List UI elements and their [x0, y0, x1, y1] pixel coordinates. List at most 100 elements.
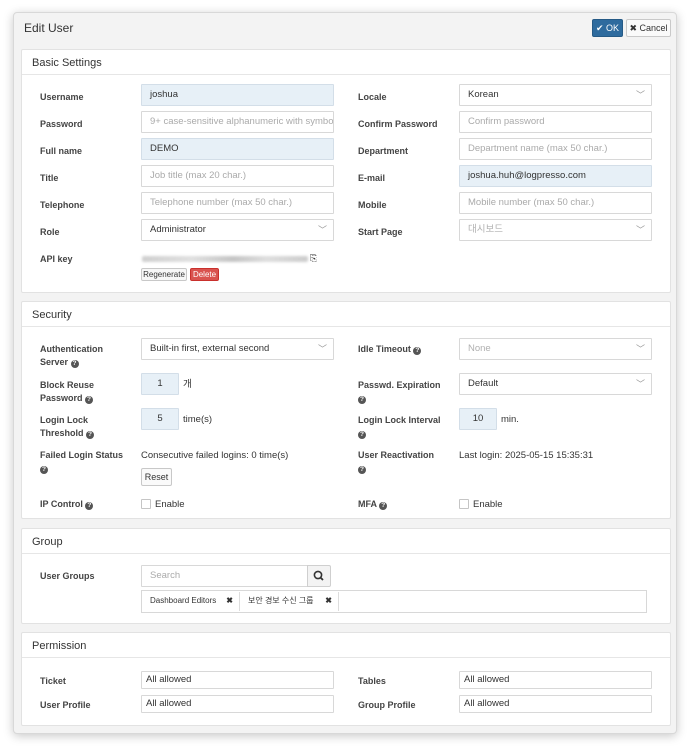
ok-button[interactable]: ✔ OK	[592, 19, 623, 37]
close-icon: ✖	[629, 23, 637, 33]
reset-button[interactable]: Reset	[141, 468, 172, 486]
group-tags-box: Dashboard Editors ✖ 보안 경보 수신 그룹 ✖	[141, 590, 647, 613]
security-panel: Security Authentication Server ? Built-in…	[21, 301, 671, 519]
email-label: E-mail	[358, 173, 386, 183]
chevron-down-icon: ﹀	[317, 344, 327, 354]
basic-settings-header: Basic Settings	[22, 50, 670, 75]
email-input[interactable]: joshua.huh@logpresso.com	[459, 165, 652, 187]
mfa-label: MFA ?	[358, 498, 388, 511]
regenerate-button[interactable]: Regenerate	[141, 268, 187, 281]
auth-server-label: Authentication Server ?	[40, 344, 103, 368]
mfa-enable-label: Enable	[473, 499, 503, 510]
user-profile-label: User Profile	[40, 700, 91, 710]
login-lock-threshold-input[interactable]: 5	[141, 408, 179, 430]
start-page-select[interactable]: 대시보드 ﹀	[459, 219, 652, 241]
checkmark-icon: ✔	[595, 23, 604, 33]
ip-control-checkbox[interactable]	[141, 499, 151, 509]
chevron-down-icon: ﹀	[635, 90, 645, 100]
confirm-password-label: Confirm Password	[358, 119, 438, 129]
copy-icon[interactable]: ⎘	[310, 252, 317, 265]
help-circle-icon[interactable]: ?	[358, 431, 366, 439]
title-label: Title	[40, 173, 59, 183]
passwd-expiration-select[interactable]: Default ﹀	[459, 373, 652, 395]
search-button[interactable]	[307, 565, 331, 587]
start-page-value: 대시보드	[468, 224, 503, 235]
tables-permission-field[interactable]: All allowed	[459, 671, 652, 689]
job-title-input[interactable]: Job title (max 20 char.)	[141, 165, 334, 187]
password-input[interactable]: 9+ case-sensitive alphanumeric with symb…	[141, 111, 334, 133]
group-search-input[interactable]: Search	[141, 565, 308, 587]
cancel-button[interactable]: ✖ Cancel	[626, 19, 671, 37]
user-reactivation-label: User Reactivation?	[358, 450, 435, 474]
basic-settings-panel: Basic Settings Username joshua Locale Ko…	[21, 49, 671, 293]
idle-timeout-label: Idle Timeout ?	[358, 343, 422, 356]
help-circle-icon[interactable]: ?	[358, 396, 366, 404]
api-key-label: API key	[40, 254, 73, 264]
start-page-label: Start Page	[358, 227, 403, 237]
ip-control-label: IP Control ?	[40, 498, 94, 511]
block-reuse-input[interactable]: 1	[141, 373, 179, 395]
help-circle-icon[interactable]: ?	[40, 466, 48, 474]
permission-panel: Permission Ticket All allowed Tables All…	[21, 632, 671, 726]
chevron-down-icon: ﹀	[635, 379, 645, 389]
chevron-down-icon: ﹀	[317, 225, 327, 235]
auth-server-select[interactable]: Built-in first, external second ﹀	[141, 338, 334, 360]
user-groups-label: User Groups	[40, 571, 95, 581]
password-label: Password	[40, 119, 83, 129]
idle-timeout-select[interactable]: None ﹀	[459, 338, 652, 360]
help-circle-icon[interactable]: ?	[86, 431, 95, 439]
help-circle-icon[interactable]: ?	[70, 360, 79, 368]
login-lock-threshold-unit: time(s)	[183, 414, 213, 425]
help-circle-icon[interactable]: ?	[358, 466, 366, 474]
search-icon	[313, 570, 324, 581]
help-circle-icon[interactable]: ?	[85, 502, 94, 510]
group-tag-label: Dashboard Editors	[150, 596, 217, 605]
login-lock-threshold-label: Login Lock Threshold ?	[40, 414, 95, 440]
full-name-input[interactable]: DEMO	[141, 138, 334, 160]
ticket-label: Ticket	[40, 676, 66, 686]
full-name-label: Full name	[40, 146, 83, 156]
auth-server-value: Built-in first, external second	[150, 343, 270, 354]
dialog-titlebar: Edit User ✔ OK ✖ Cancel	[14, 13, 676, 43]
group-panel: Group User Groups Search Dashboard Edito…	[21, 528, 671, 624]
edit-user-dialog: Edit User ✔ OK ✖ Cancel Basic Settings U…	[13, 12, 677, 734]
confirm-password-input[interactable]: Confirm password	[459, 111, 652, 133]
group-tag-label: 보안 경보 수신 그룹	[248, 596, 314, 605]
delete-button[interactable]: Delete	[190, 268, 219, 281]
mobile-label: Mobile	[358, 200, 387, 210]
user-profile-permission-field[interactable]: All allowed	[141, 695, 334, 713]
dialog-title: Edit User	[24, 21, 74, 35]
permission-title: Permission	[32, 640, 87, 652]
group-tag: 보안 경보 수신 그룹 ✖	[242, 592, 339, 611]
ticket-permission-field[interactable]: All allowed	[141, 671, 334, 689]
department-input[interactable]: Department name (max 50 char.)	[459, 138, 652, 160]
login-lock-interval-unit: min.	[501, 414, 519, 425]
close-icon[interactable]: ✖	[226, 592, 233, 610]
help-circle-icon[interactable]: ?	[379, 502, 388, 510]
telephone-input[interactable]: Telephone number (max 50 char.)	[141, 192, 334, 214]
basic-settings-title: Basic Settings	[32, 57, 102, 69]
mobile-input[interactable]: Mobile number (max 50 char.)	[459, 192, 652, 214]
group-profile-permission-field[interactable]: All allowed	[459, 695, 652, 713]
locale-label: Locale	[358, 92, 387, 102]
group-title: Group	[32, 536, 63, 548]
login-lock-interval-input[interactable]: 10	[459, 408, 497, 430]
role-select[interactable]: Administrator ﹀	[141, 219, 334, 241]
locale-select[interactable]: Korean ﹀	[459, 84, 652, 106]
permission-header: Permission	[22, 633, 670, 658]
mfa-checkbox[interactable]	[459, 499, 469, 509]
username-label: Username	[40, 92, 84, 102]
locale-value: Korean	[468, 89, 499, 100]
help-circle-icon[interactable]: ?	[413, 347, 422, 355]
security-title: Security	[32, 309, 72, 321]
block-reuse-unit: 개	[183, 379, 192, 390]
chevron-down-icon: ﹀	[635, 225, 645, 235]
passwd-expiration-label: Passwd. Expiration?	[358, 380, 441, 404]
cancel-button-label: Cancel	[639, 23, 668, 33]
help-circle-icon[interactable]: ?	[85, 396, 94, 404]
close-icon[interactable]: ✖	[325, 592, 332, 610]
idle-timeout-value: None	[468, 343, 491, 354]
role-label: Role	[40, 227, 60, 237]
login-lock-interval-label: Login Lock Interval?	[358, 415, 441, 439]
username-input[interactable]: joshua	[141, 84, 334, 106]
